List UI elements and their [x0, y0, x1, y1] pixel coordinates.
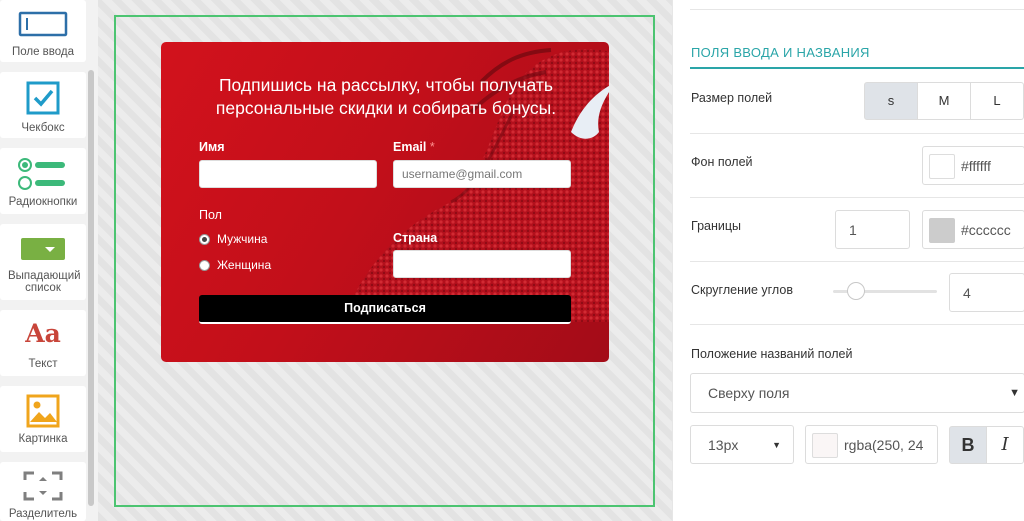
tool-radio-buttons[interactable]: Радиокнопки — [0, 148, 86, 214]
radio-male[interactable]: Мужчина — [199, 232, 267, 246]
field-bg-color-picker[interactable]: #ffffff — [922, 146, 1024, 185]
gender-label: Пол — [199, 208, 222, 222]
bold-button[interactable]: B — [949, 426, 987, 464]
name-label: Имя — [199, 140, 225, 154]
italic-button[interactable]: I — [986, 426, 1024, 464]
tool-label: Картинка — [18, 433, 68, 445]
tool-label: Радиокнопки — [8, 196, 78, 208]
size-l-button[interactable]: L — [970, 82, 1024, 120]
radio-buttons-icon — [0, 157, 86, 191]
field-size-label: Размер полей — [691, 91, 773, 105]
divider — [690, 9, 1024, 10]
name-input[interactable] — [199, 160, 377, 188]
dropdown-icon — [0, 238, 86, 260]
divider-icon — [0, 470, 86, 502]
country-input[interactable] — [393, 250, 571, 278]
color-swatch — [812, 433, 838, 458]
color-swatch — [929, 218, 955, 243]
tool-label: Разделитель — [8, 508, 78, 520]
sidebar-scrollbar[interactable] — [88, 70, 94, 506]
label-position-label: Положение названий полей — [691, 347, 853, 361]
font-size-value: 13px — [708, 437, 739, 453]
input-field-icon — [0, 11, 86, 37]
label-position-value: Сверху поля — [708, 385, 790, 401]
radius-slider-handle[interactable] — [847, 282, 865, 300]
email-input[interactable]: username@gmail.com — [393, 160, 571, 188]
settings-panel: ПОЛЯ ВВОДА И НАЗВАНИЯ Размер полей s M L… — [672, 0, 1024, 521]
tool-divider[interactable]: Разделитель — [0, 462, 86, 521]
corner-radius-value: 4 — [963, 285, 971, 301]
label-color-picker[interactable]: rgba(250, 24 — [805, 425, 938, 464]
text-icon: Aa — [25, 319, 61, 348]
email-label: Email * — [393, 140, 435, 154]
corner-radius-label: Скругление углов — [691, 283, 793, 297]
tool-dropdown[interactable]: Выпадающий список — [0, 224, 86, 300]
size-s-button[interactable]: s — [864, 82, 918, 120]
section-underline — [690, 67, 1024, 69]
tool-label: Выпадающий список — [8, 270, 81, 294]
tool-image[interactable]: Картинка — [0, 386, 86, 452]
font-size-select[interactable]: 13px ▼ — [690, 425, 794, 464]
image-icon — [0, 394, 86, 428]
radio-dot — [199, 259, 210, 271]
field-bg-label: Фон полей — [691, 155, 753, 169]
border-width-value: 1 — [849, 222, 857, 238]
email-label-text: Email — [393, 140, 427, 154]
section-title: ПОЛЯ ВВОДА И НАЗВАНИЯ — [691, 45, 870, 60]
color-swatch — [929, 154, 955, 179]
row-divider — [690, 133, 1024, 134]
chevron-down-icon: ▼ — [772, 440, 781, 450]
tool-text[interactable]: Aa Текст — [0, 310, 86, 376]
tool-label: Поле ввода — [11, 46, 75, 58]
required-asterisk: * — [429, 140, 435, 154]
radio-female-label: Женщина — [217, 258, 272, 272]
checkbox-icon — [0, 81, 86, 115]
row-divider — [690, 197, 1024, 198]
subscription-form[interactable]: Подпишись на рассылку, чтобы получать пе… — [161, 42, 609, 362]
field-bg-value: #ffffff — [961, 158, 991, 174]
tool-checkbox[interactable]: Чекбокс — [0, 72, 86, 138]
border-color-value: #cccccc — [961, 222, 1011, 238]
tool-label: Чекбокс — [21, 122, 65, 134]
subscribe-button[interactable]: Подписаться — [199, 295, 571, 324]
country-label: Страна — [393, 231, 438, 245]
border-color-picker[interactable]: #cccccc — [922, 210, 1024, 249]
border-width-input[interactable]: 1 — [835, 210, 910, 249]
tool-label: Текст — [28, 358, 58, 370]
size-m-button[interactable]: M — [917, 82, 971, 120]
elements-sidebar: Поле ввода Чекбокс Радиокнопки Выпадающи… — [0, 0, 98, 521]
corner-radius-input[interactable]: 4 — [949, 273, 1024, 312]
form-title: Подпишись на рассылку, чтобы получать пе… — [215, 75, 557, 118]
tool-input-field[interactable]: Поле ввода — [0, 0, 86, 62]
label-position-select[interactable]: Сверху поля ▼ — [690, 373, 1024, 413]
row-divider — [690, 261, 1024, 262]
row-divider — [690, 324, 1024, 325]
editor-canvas: Подпишись на рассылку, чтобы получать пе… — [98, 0, 672, 521]
chevron-down-icon: ▼ — [1009, 387, 1020, 399]
radio-dot — [199, 233, 210, 245]
radio-female[interactable]: Женщина — [199, 258, 271, 272]
radio-male-label: Мужчина — [217, 232, 268, 246]
borders-label: Границы — [691, 219, 741, 233]
label-color-value: rgba(250, 24 — [844, 437, 924, 453]
